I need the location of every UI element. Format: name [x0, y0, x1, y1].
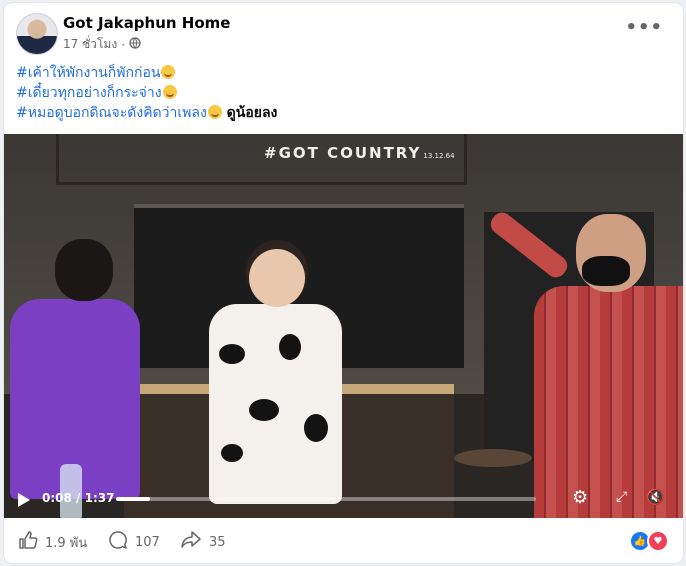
video-controls: 0:08 / 1:37 ⚙ ⤢ 🔇	[4, 479, 683, 518]
share-button[interactable]: 35	[180, 530, 226, 554]
gear-icon[interactable]: ⚙	[572, 489, 590, 507]
video-overlay-title: #GOT COUNTRY 13.12.64	[264, 144, 455, 162]
grinning-emoji-icon	[161, 65, 176, 79]
video-person-cow-hoodie	[209, 249, 344, 518]
author-name[interactable]: Got Jakaphun Home	[63, 14, 230, 32]
caption-line: #เดี๋ยวทุกอย่างก็กระจ่าง	[16, 83, 277, 103]
caption-line: #เค้าให้พักงานก็พักก่อน	[16, 63, 277, 83]
progress-fill	[116, 497, 151, 501]
comment-bubble-icon	[108, 530, 128, 554]
post-caption: #เค้าให้พักงานก็พักก่อน #เดี๋ยวทุกอย่างก…	[16, 63, 277, 123]
hashtag-link[interactable]: #เค้าให้พักงานก็พักก่อน	[16, 65, 160, 81]
separator-dot: ·	[121, 37, 126, 52]
thumbs-up-icon	[18, 530, 38, 554]
author-avatar[interactable]	[16, 13, 58, 55]
caption-line: #หมอดูบอกดิณจะดังคิดว่าเพลง ดูน้อยลง	[16, 103, 277, 123]
video-time: 0:08 / 1:37	[42, 491, 114, 505]
face-mask	[582, 256, 630, 286]
post-meta: 17 ชั่วโมง ·	[63, 35, 141, 54]
time-separator: /	[71, 491, 85, 505]
grinning-emoji-icon	[207, 105, 222, 119]
hashtag-link[interactable]: #หมอดูบอกดิณจะดังคิดว่าเพลง	[16, 105, 207, 121]
video-person-red-plaid	[486, 204, 683, 518]
more-options-icon[interactable]: •••	[625, 17, 663, 38]
cow-spot	[219, 344, 245, 364]
heart-reaction-icon: ♥	[647, 530, 669, 552]
comment-count: 107	[135, 534, 160, 550]
post-action-bar: 1.9 พัน 107 35 👍 ♥	[4, 518, 683, 563]
hashtag-link[interactable]: #เดี๋ยวทุกอย่างก็กระจ่าง	[16, 85, 162, 101]
see-less-link[interactable]: ดูน้อยลง	[222, 105, 278, 121]
expand-icon[interactable]: ⤢	[616, 489, 627, 505]
share-arrow-icon	[180, 530, 202, 554]
play-icon[interactable]	[18, 493, 30, 507]
duration: 1:37	[84, 491, 115, 505]
cow-spot	[279, 334, 301, 360]
current-time: 0:08	[42, 491, 72, 505]
comment-button[interactable]: 107	[108, 530, 160, 554]
reaction-icons[interactable]: 👍 ♥	[629, 530, 669, 552]
post-card: Got Jakaphun Home 17 ชั่วโมง · ••• #เค้า…	[4, 3, 683, 563]
overlay-title-text: #GOT COUNTRY	[264, 144, 422, 162]
like-count: 1.9 พัน	[45, 535, 88, 551]
speaker-muted-icon[interactable]: 🔇	[646, 488, 665, 506]
like-button[interactable]: 1.9 พัน	[18, 530, 87, 554]
grinning-emoji-icon	[162, 85, 177, 99]
post-time[interactable]: 17 ชั่วโมง	[63, 35, 117, 54]
person-head	[249, 249, 305, 307]
person-head	[55, 239, 113, 301]
globe-icon	[129, 37, 141, 52]
video-player[interactable]: #GOT COUNTRY 13.12.64 0:08 / 1:37 ⚙ ⤢ 🔇	[4, 134, 683, 518]
cow-spot	[249, 399, 279, 421]
cow-spot	[304, 414, 328, 442]
cow-spot	[221, 444, 243, 462]
person-body	[209, 304, 342, 504]
share-count: 35	[209, 534, 226, 550]
overlay-date: 13.12.64	[423, 152, 455, 160]
progress-track[interactable]	[116, 497, 536, 501]
